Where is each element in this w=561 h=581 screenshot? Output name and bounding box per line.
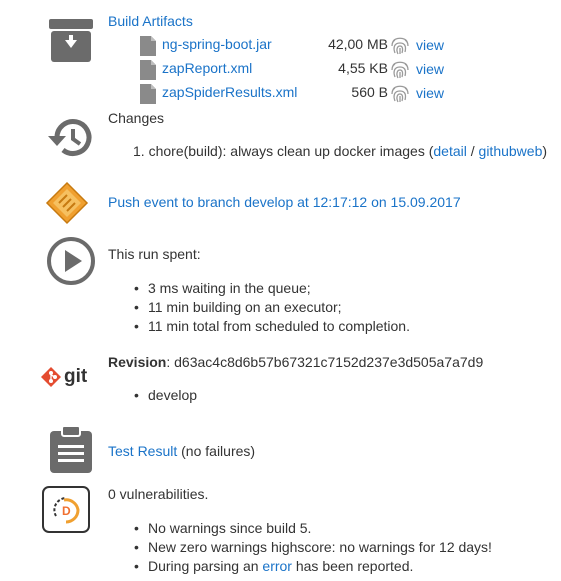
artifact-name-link[interactable]: zapSpiderResults.xml [162, 84, 297, 100]
fingerprint-icon[interactable] [390, 82, 410, 104]
githubweb-link[interactable]: githubweb [479, 143, 543, 159]
fingerprint-icon[interactable] [390, 58, 410, 80]
play-circle-icon [46, 236, 96, 286]
warning-suffix: has been reported. [291, 558, 414, 574]
view-link[interactable]: view [416, 61, 444, 77]
artifact-name-link[interactable]: zapReport.xml [162, 60, 252, 76]
artifact-row: zapSpiderResults.xml 560 B view [140, 82, 460, 104]
list-item: develop [134, 387, 197, 403]
warnings-title: 0 vulnerabilities. [108, 486, 209, 502]
history-icon [45, 114, 97, 162]
file-icon [140, 84, 156, 104]
change-number: 1. [133, 143, 145, 159]
artifact-size: 42,00 MB [328, 36, 388, 52]
revision-hash: : d63ac4c8d6b57b67321c7152d237e3d505a7a7… [166, 354, 484, 370]
fingerprint-icon[interactable] [390, 34, 410, 56]
file-icon [140, 36, 156, 56]
file-icon [140, 60, 156, 80]
push-event-link[interactable]: Push event to branch develop at 12:17:12… [108, 194, 461, 210]
git-logo-icon: git [40, 364, 96, 390]
branch-list: develop [134, 387, 197, 403]
test-result-suffix: (no failures) [177, 443, 256, 459]
detail-link[interactable]: detail [433, 143, 466, 159]
view-link[interactable]: view [416, 37, 444, 53]
revision-label: Revision [108, 354, 167, 370]
timing-list: 3 ms waiting in the queue; 11 min buildi… [134, 279, 410, 336]
change-separator: / [466, 143, 479, 159]
timing-title: This run spent: [108, 246, 201, 262]
change-item: 1. chore(build): always clean up docker … [133, 143, 547, 159]
archive-icon [48, 18, 94, 64]
push-event-icon [45, 181, 89, 225]
test-result-line: Test Result (no failures) [108, 443, 255, 459]
view-link[interactable]: view [416, 85, 444, 101]
test-result-link[interactable]: Test Result [108, 443, 177, 459]
list-item: New zero warnings highscore: no warnings… [134, 538, 492, 557]
warning-prefix: During parsing an [148, 558, 263, 574]
list-item: 11 min total from scheduled to completio… [134, 317, 410, 336]
list-item: 3 ms waiting in the queue; [134, 279, 410, 298]
warnings-list: No warnings since build 5. New zero warn… [134, 519, 492, 576]
git-logo-text: git [64, 366, 88, 387]
clipboard-icon [48, 425, 94, 475]
build-artifacts-link[interactable]: Build Artifacts [108, 13, 193, 29]
changes-title: Changes [108, 110, 165, 126]
artifact-row: ng-spring-boot.jar 42,00 MB view [140, 34, 460, 56]
list-item: During parsing an error has been reporte… [134, 557, 492, 576]
list-item: 11 min building on an executor; [134, 298, 410, 317]
svg-text:D: D [62, 504, 71, 518]
artifact-name-link[interactable]: ng-spring-boot.jar [162, 36, 272, 52]
artifact-row: zapReport.xml 4,55 KB view [140, 58, 460, 80]
code-analysis-icon: D [42, 486, 90, 533]
list-item: No warnings since build 5. [134, 519, 492, 538]
change-close: ) [542, 143, 548, 159]
artifact-size: 560 B [351, 84, 388, 100]
artifact-size: 4,55 KB [338, 60, 388, 76]
error-link[interactable]: error [262, 558, 292, 574]
revision-line: Revision: d63ac4c8d6b57b67321c7152d237e3… [108, 354, 483, 370]
change-text: chore(build): always clean up docker ima… [148, 143, 434, 159]
